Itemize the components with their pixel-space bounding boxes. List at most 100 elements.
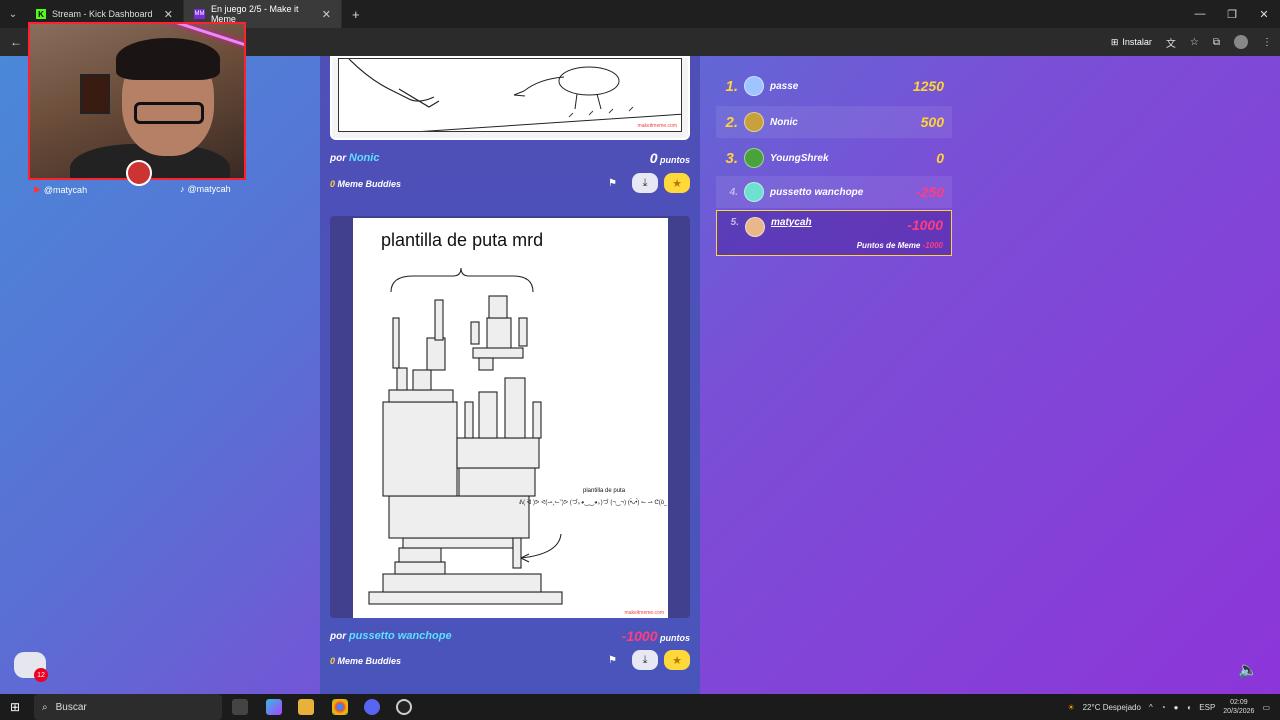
obs-icon[interactable] xyxy=(396,699,412,715)
clock[interactable]: 02:09 20/3/2026 xyxy=(1223,698,1254,716)
meme-column: makeitmeme.com por Nonic 0 puntos 0 Meme… xyxy=(320,56,700,694)
youtube-handle-text: @matycah xyxy=(43,184,88,195)
tab-label: En juego 2/5 - Make it Meme xyxy=(210,4,299,24)
star-icon: ★ xyxy=(672,654,682,667)
close-window-icon[interactable]: ✕ xyxy=(1248,0,1280,28)
player-score: 1250 xyxy=(912,78,944,94)
leaderboard-row[interactable]: 4. pussetto wanchope -250 xyxy=(716,176,952,208)
task-view-icon[interactable] xyxy=(232,699,248,715)
file-explorer-icon[interactable] xyxy=(298,699,314,715)
youtube-handle: ▶ @matycah xyxy=(34,184,87,195)
rank: 3. xyxy=(725,149,738,167)
player-name: passe xyxy=(770,80,799,92)
volume-icon[interactable]: ◖ xyxy=(1186,703,1191,712)
bookmark-star-icon[interactable]: ☆ xyxy=(1190,37,1199,48)
tiktok-handle: ♪ @matycah xyxy=(180,184,231,194)
rank: 2. xyxy=(725,113,738,131)
share-button[interactable]: ⤓ xyxy=(632,650,658,670)
watermark: makeitmeme.com xyxy=(624,610,664,616)
tab-label: Stream - Kick Dashboard xyxy=(52,9,153,19)
tower-drawing xyxy=(368,267,563,605)
tiktok-icon: ♪ xyxy=(180,184,185,194)
system-tray: ☀ 22°C Despejado ^ ◔ ● ◖ ESP 02:09 20/3/… xyxy=(1067,694,1270,720)
close-tab-icon[interactable]: ✕ xyxy=(322,8,331,21)
install-label: Instalar xyxy=(1122,37,1152,47)
back-icon[interactable]: ← xyxy=(10,35,22,49)
leaderboard-row[interactable]: 2. Nonic 500 xyxy=(716,106,952,138)
tiktok-handle-text: @matycah xyxy=(187,184,231,194)
report-flag-icon[interactable]: ⚑ xyxy=(608,655,617,666)
taskbar-search[interactable]: ⌕ Buscar xyxy=(34,694,222,720)
leaderboard-row[interactable]: 1. passe 1250 xyxy=(716,70,952,102)
author-name[interactable]: Nonic xyxy=(349,152,380,164)
rank: 1. xyxy=(725,77,738,95)
windows-start-icon[interactable]: ⊞ xyxy=(10,700,20,714)
player-name: matycah xyxy=(771,217,812,228)
sound-icon[interactable]: 🔈 xyxy=(1238,660,1258,680)
report-flag-icon[interactable]: ⚑ xyxy=(608,178,617,189)
leaderboard-row[interactable]: 3. YoungShrek 0 xyxy=(716,142,952,174)
avatar xyxy=(745,217,765,237)
points-value: 0 xyxy=(649,150,658,166)
player-name: pussetto wanchope xyxy=(770,186,864,198)
meme-2-author: por pussetto wanchope xyxy=(330,630,452,642)
copilot-icon[interactable] xyxy=(266,699,282,715)
clock-time: 02:09 xyxy=(1230,699,1248,706)
avatar xyxy=(744,182,764,202)
profile-avatar[interactable] xyxy=(1234,35,1248,49)
share-icon: ⤓ xyxy=(642,653,648,666)
tray-chevron-icon[interactable]: ^ xyxy=(1149,703,1153,712)
meme-image-1: makeitmeme.com xyxy=(330,56,690,140)
translate-icon[interactable]: 文 xyxy=(1166,35,1176,50)
chrome-icon[interactable] xyxy=(332,699,348,715)
player-score: -250 xyxy=(915,184,944,200)
points-value: -1000 xyxy=(621,628,658,644)
youtube-icon: ▶ xyxy=(34,184,41,194)
favorite-button[interactable]: ★ xyxy=(664,173,690,193)
meme-1-points: 0 puntos xyxy=(650,150,690,166)
star-icon: ★ xyxy=(672,177,682,190)
streamer-glasses xyxy=(134,102,204,124)
rank: 4. xyxy=(729,186,738,198)
player-score: -1000 xyxy=(907,217,943,233)
new-tab-icon[interactable]: + xyxy=(352,7,360,22)
points-label: puntos xyxy=(660,633,690,643)
author-prefix: por xyxy=(330,631,347,642)
player-score: 0 xyxy=(936,150,944,166)
buddies-count: 0 xyxy=(330,656,336,666)
author-name[interactable]: pussetto wanchope xyxy=(349,630,452,642)
minimize-icon[interactable]: — xyxy=(1184,0,1216,28)
discord-icon[interactable] xyxy=(364,699,380,715)
meme-2-buddies: 0 Meme Buddies xyxy=(330,656,401,666)
meme-1-author: por Nonic xyxy=(330,152,379,164)
avatar xyxy=(744,148,764,168)
avatar xyxy=(744,112,764,132)
buddies-label: Meme Buddies xyxy=(337,656,402,666)
install-icon: ⊞ xyxy=(1110,36,1119,47)
install-button[interactable]: ⊞ Instalar xyxy=(1111,37,1152,48)
window-controls: — ❐ ✕ xyxy=(1184,0,1280,28)
chat-button[interactable]: 12 xyxy=(14,652,48,682)
chat-badge: 12 xyxy=(34,668,48,682)
channel-logo xyxy=(126,160,152,186)
tab-list-chevron-icon[interactable]: ⌄ xyxy=(0,9,26,20)
weather-text[interactable]: 22°C Despejado xyxy=(1083,703,1141,712)
meme-points-value: -1000 xyxy=(922,241,943,250)
language-indicator[interactable]: ESP xyxy=(1199,703,1215,712)
player-score: 500 xyxy=(920,114,944,130)
favorite-button[interactable]: ★ xyxy=(664,650,690,670)
weather-icon: ☀ xyxy=(1067,702,1075,712)
player-name: YoungShrek xyxy=(770,152,829,164)
wifi-icon[interactable]: ◔ xyxy=(1161,703,1166,712)
leaderboard-row-current-player[interactable]: 5. matycah -1000 Puntos de Meme -1000 xyxy=(716,210,952,256)
microphone-icon[interactable]: ● xyxy=(1174,703,1179,712)
restore-icon[interactable]: ❐ xyxy=(1216,0,1248,28)
menu-dots-icon[interactable]: ⋮ xyxy=(1262,37,1272,48)
extensions-icon[interactable]: ⧉ xyxy=(1213,37,1220,48)
share-button[interactable]: ⤓ xyxy=(632,173,658,193)
meme-2-points: -1000 puntos xyxy=(622,628,690,644)
notifications-icon[interactable]: ▭ xyxy=(1262,703,1270,712)
search-icon: ⌕ xyxy=(42,701,48,713)
close-tab-icon[interactable]: ✕ xyxy=(164,8,173,21)
buddies-count: 0 xyxy=(330,179,336,189)
